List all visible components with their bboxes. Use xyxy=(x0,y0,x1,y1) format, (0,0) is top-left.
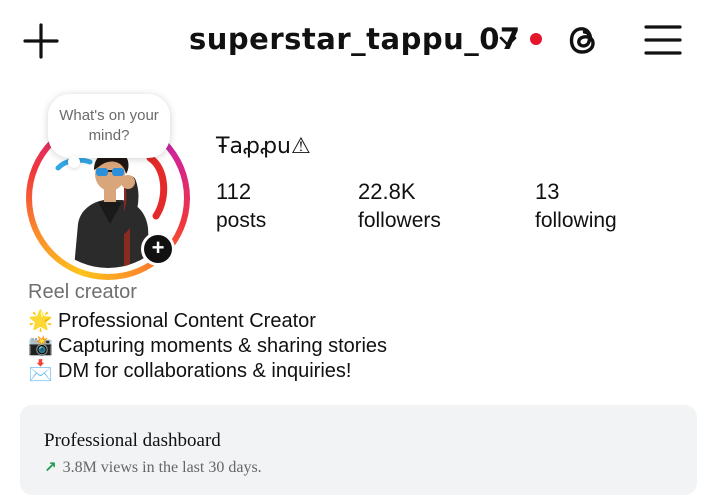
envelope-emoji-icon: 📩 xyxy=(28,360,53,382)
followers-count: 22.8K xyxy=(358,179,416,204)
hamburger-menu-icon[interactable] xyxy=(644,22,682,58)
stat-followers[interactable]: 22.8K followers xyxy=(358,178,441,236)
threads-icon[interactable] xyxy=(563,20,603,60)
plus-icon[interactable] xyxy=(22,22,60,60)
bio-line-text: Capturing moments & sharing stories xyxy=(58,335,388,357)
bio-line: 📩 DM for collaborations & inquiries! xyxy=(28,359,387,384)
dashboard-views-text: 3.8M views in the last 30 days. xyxy=(62,459,262,476)
posts-count: 112 xyxy=(216,179,252,204)
add-story-button[interactable]: + xyxy=(141,232,175,266)
top-bar: superstar_tappu_07 xyxy=(0,0,718,80)
dashboard-subtitle: ↗ 3.8M views in the last 30 days. xyxy=(44,458,262,477)
camera-emoji-icon: 📸 xyxy=(28,335,53,357)
dashboard-title: Professional dashboard xyxy=(44,430,221,451)
following-count: 13 xyxy=(535,179,560,204)
followers-label: followers xyxy=(358,209,441,232)
bio-line-text: DM for collaborations & inquiries! xyxy=(58,360,352,382)
bio-line: 🌟 Professional Content Creator xyxy=(28,309,387,334)
following-label: following xyxy=(535,209,617,232)
bio: 🌟 Professional Content Creator 📸 Capturing… xyxy=(28,309,387,384)
trending-up-icon: ↗ xyxy=(44,458,57,476)
profile-category: Reel creator xyxy=(28,281,137,303)
note-bubble[interactable]: What's on your mind? xyxy=(48,94,170,158)
username-title[interactable]: superstar_tappu_07 xyxy=(189,22,521,56)
posts-label: posts xyxy=(216,209,267,232)
note-bubble-tail xyxy=(68,156,80,168)
bio-line-text: Professional Content Creator xyxy=(58,310,316,332)
stat-following[interactable]: 13 following xyxy=(535,178,617,236)
star-emoji-icon: 🌟 xyxy=(28,310,53,332)
bio-line: 📸 Capturing moments & sharing stories xyxy=(28,334,387,359)
note-prompt: What's on your mind? xyxy=(59,107,159,144)
notification-dot xyxy=(530,33,542,45)
plus-icon: + xyxy=(151,235,165,260)
display-name: Ŧaꝓꝓu⚠ xyxy=(216,134,311,159)
chevron-down-icon[interactable] xyxy=(497,30,519,52)
stat-posts[interactable]: 112 posts xyxy=(216,178,266,236)
professional-dashboard-card[interactable]: Professional dashboard ↗ 3.8M views in th… xyxy=(20,405,697,495)
